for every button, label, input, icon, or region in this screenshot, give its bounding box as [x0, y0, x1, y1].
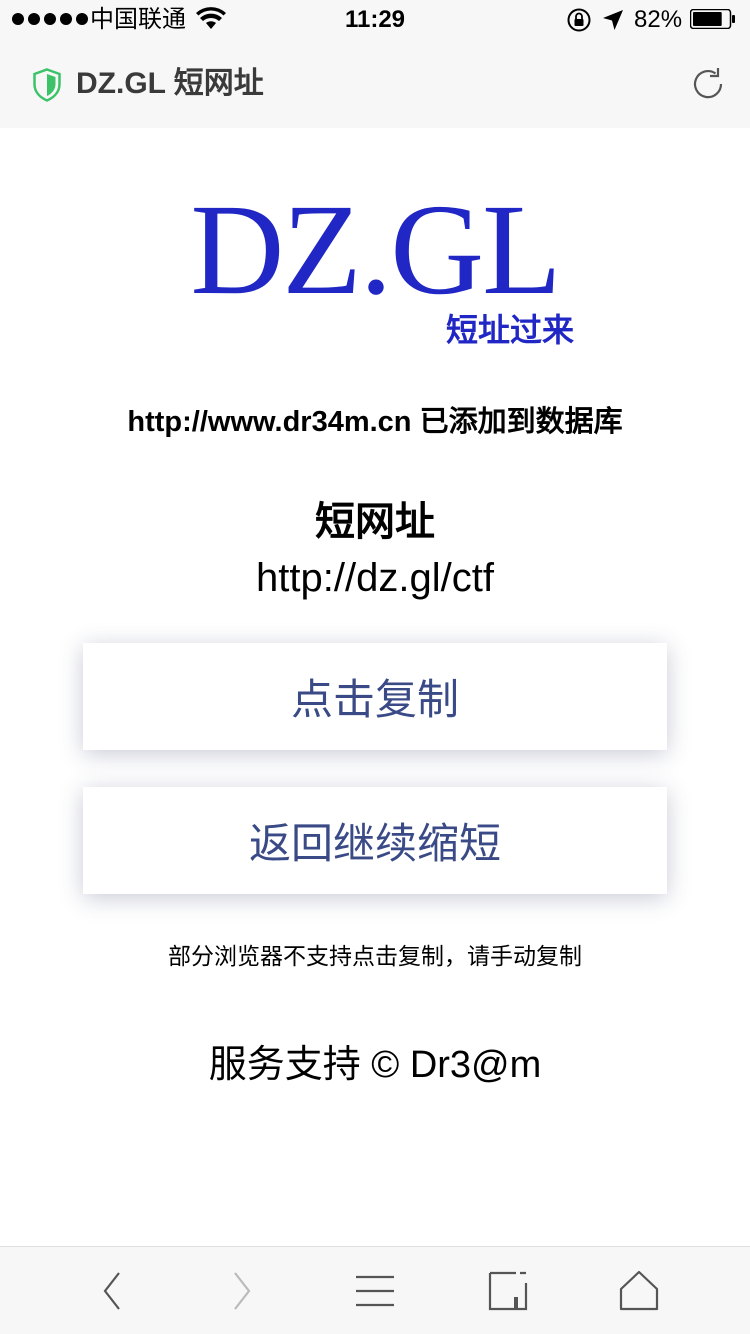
menu-icon[interactable]	[353, 1269, 397, 1313]
logo-text: DZ.GL	[190, 178, 561, 322]
shield-icon	[33, 68, 61, 102]
address-bar[interactable]: DZ.GL 短网址	[0, 40, 750, 128]
chevron-right-icon[interactable]	[220, 1269, 264, 1313]
reload-icon[interactable]	[688, 64, 728, 104]
rotation-lock-icon	[567, 8, 591, 32]
browser-toolbar	[0, 1246, 750, 1334]
battery-icon	[690, 9, 735, 29]
location-arrow-icon	[603, 10, 623, 30]
footer-credit: 服务支持 © Dr3@m	[208, 1044, 542, 1086]
battery-percentage: 82%	[634, 6, 683, 33]
logo-subtitle: 短址过来	[445, 312, 574, 348]
tabs-icon[interactable]	[486, 1269, 530, 1313]
site-logo: DZ.GL 短址过来	[170, 180, 580, 360]
added-message: http://www.dr34m.cn 已添加到数据库	[127, 406, 623, 438]
copy-button[interactable]: 点击复制	[83, 643, 667, 750]
short-url-value: http://dz.gl/ctf	[256, 556, 494, 600]
back-continue-button[interactable]: 返回继续缩短	[83, 787, 667, 894]
short-url-label: 短网址	[315, 500, 435, 544]
page-title: DZ.GL 短网址	[76, 67, 264, 100]
chevron-left-icon[interactable]	[90, 1269, 134, 1313]
status-bar: 中国联通 11:29 82%	[0, 0, 750, 40]
home-icon[interactable]	[617, 1269, 661, 1313]
copy-note: 部分浏览器不支持点击复制，请手动复制	[168, 943, 582, 969]
